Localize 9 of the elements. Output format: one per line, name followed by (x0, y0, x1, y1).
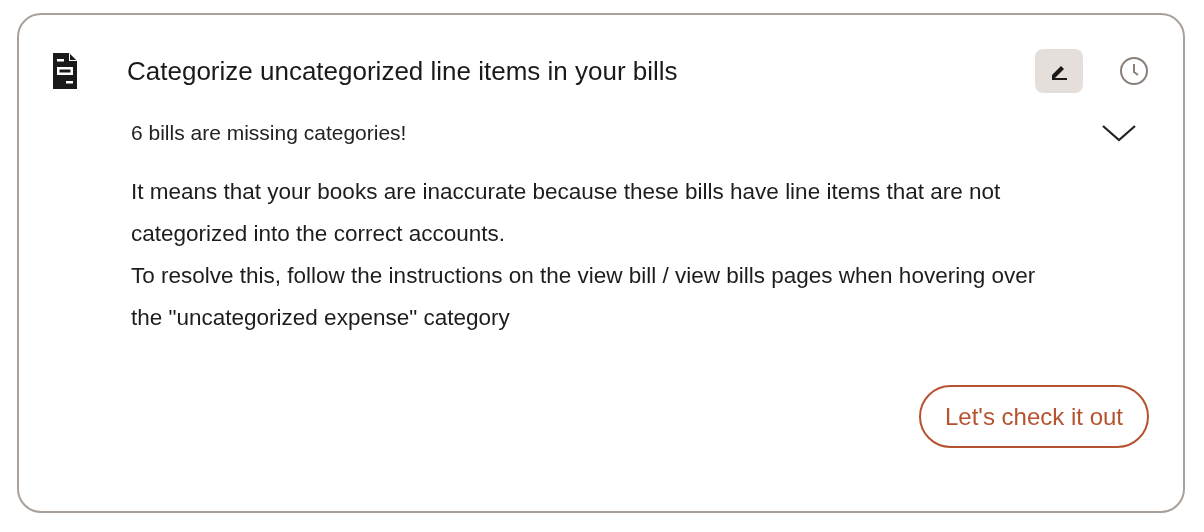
clock-icon[interactable] (1119, 56, 1149, 86)
chevron-icon[interactable] (1101, 123, 1137, 143)
document-icon (53, 53, 77, 89)
description-text: It means that your books are inaccurate because these bills have line items that are not categorized into the correct accounts. (131, 178, 1002, 248)
summary-text: 6 bills are missing categories! (131, 121, 408, 145)
check-it-out-button[interactable]: Let's check it out (919, 385, 1149, 448)
description-text: To resolve this, follow the instructions on the view bill / view bills pages when hovering over the "uncategorized expense" category (131, 262, 1036, 332)
edit-button[interactable] (1035, 49, 1083, 93)
card-title: Categorize uncategorized line items in your bills (127, 55, 679, 87)
